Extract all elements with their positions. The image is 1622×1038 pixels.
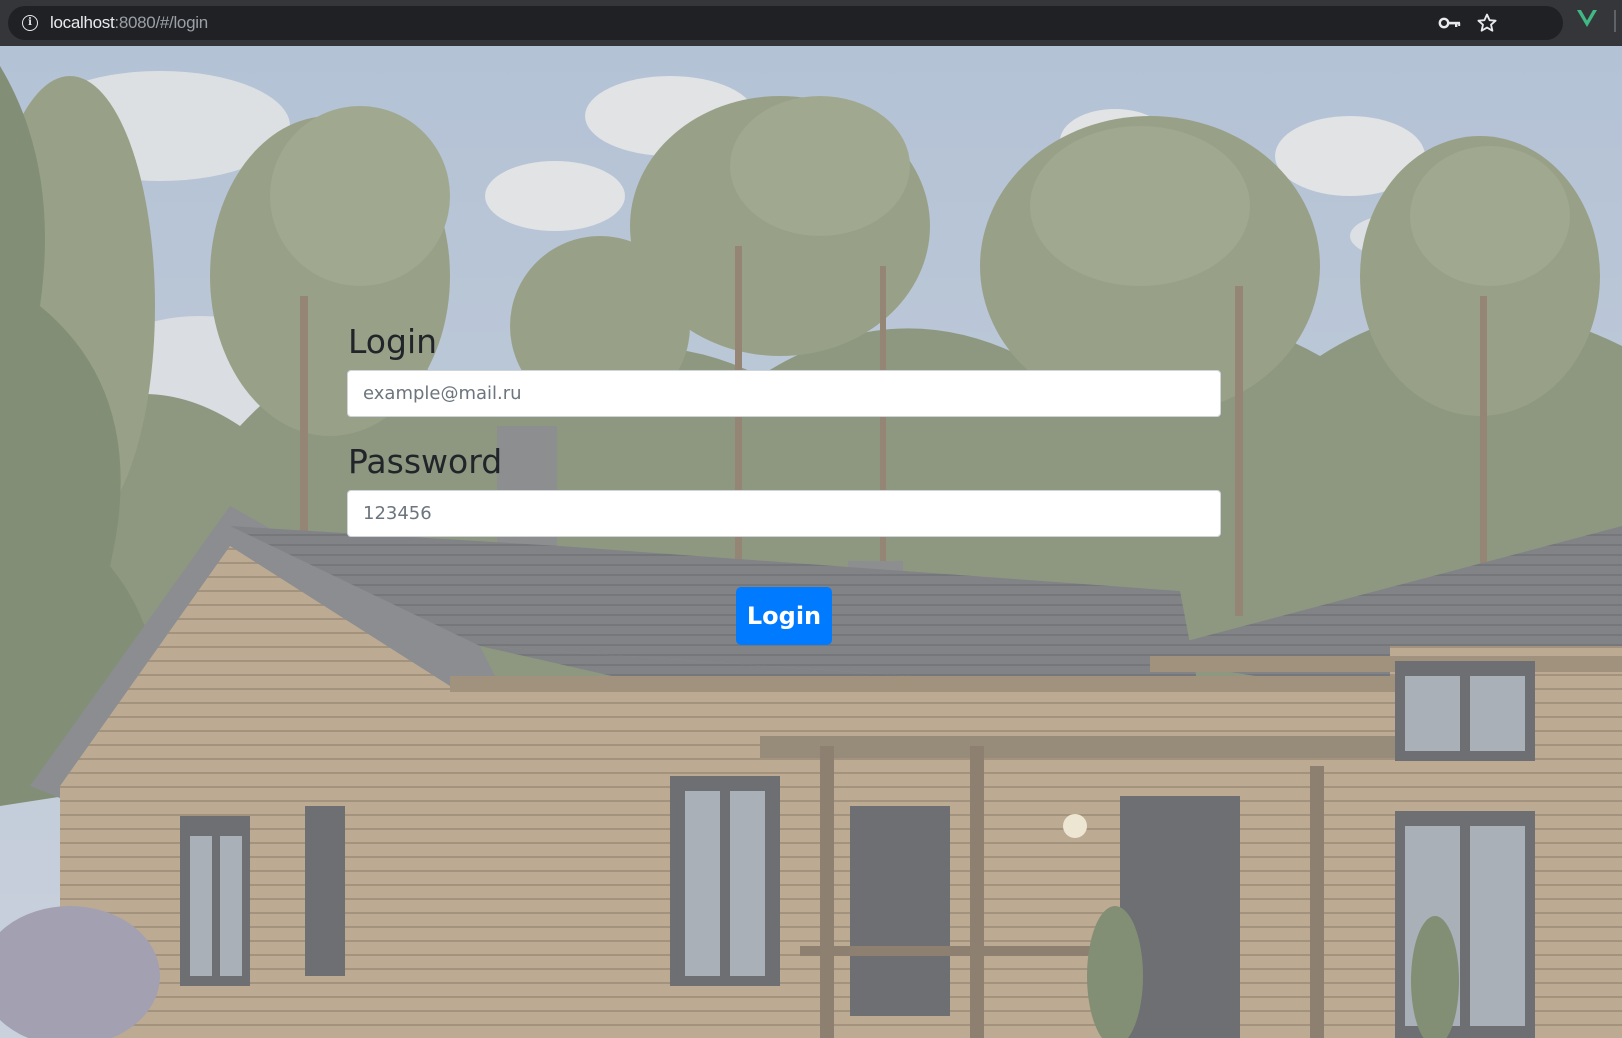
info-icon[interactable]: i <box>22 15 38 31</box>
login-label: Login <box>348 322 438 361</box>
vue-extension-icon[interactable] <box>1576 9 1598 29</box>
login-page: Login Password Login <box>0 46 1622 1038</box>
login-button[interactable]: Login <box>736 587 832 645</box>
email-field[interactable] <box>347 370 1221 417</box>
login-form: Login Password Login <box>347 322 1221 645</box>
url-host: localhost <box>50 13 115 32</box>
key-icon[interactable] <box>1438 15 1462 31</box>
url-path: :8080/#/login <box>114 13 208 32</box>
browser-toolbar: i localhost:8080/#/login <box>0 0 1622 46</box>
submit-row: Login <box>347 587 1221 645</box>
toolbar-divider <box>1614 10 1616 32</box>
password-field[interactable] <box>347 490 1221 537</box>
star-icon[interactable] <box>1476 12 1498 34</box>
field-spacer <box>347 417 1221 442</box>
url-text[interactable]: localhost:8080/#/login <box>50 13 208 33</box>
password-label: Password <box>348 442 503 481</box>
address-bar[interactable]: i localhost:8080/#/login <box>8 6 1563 40</box>
